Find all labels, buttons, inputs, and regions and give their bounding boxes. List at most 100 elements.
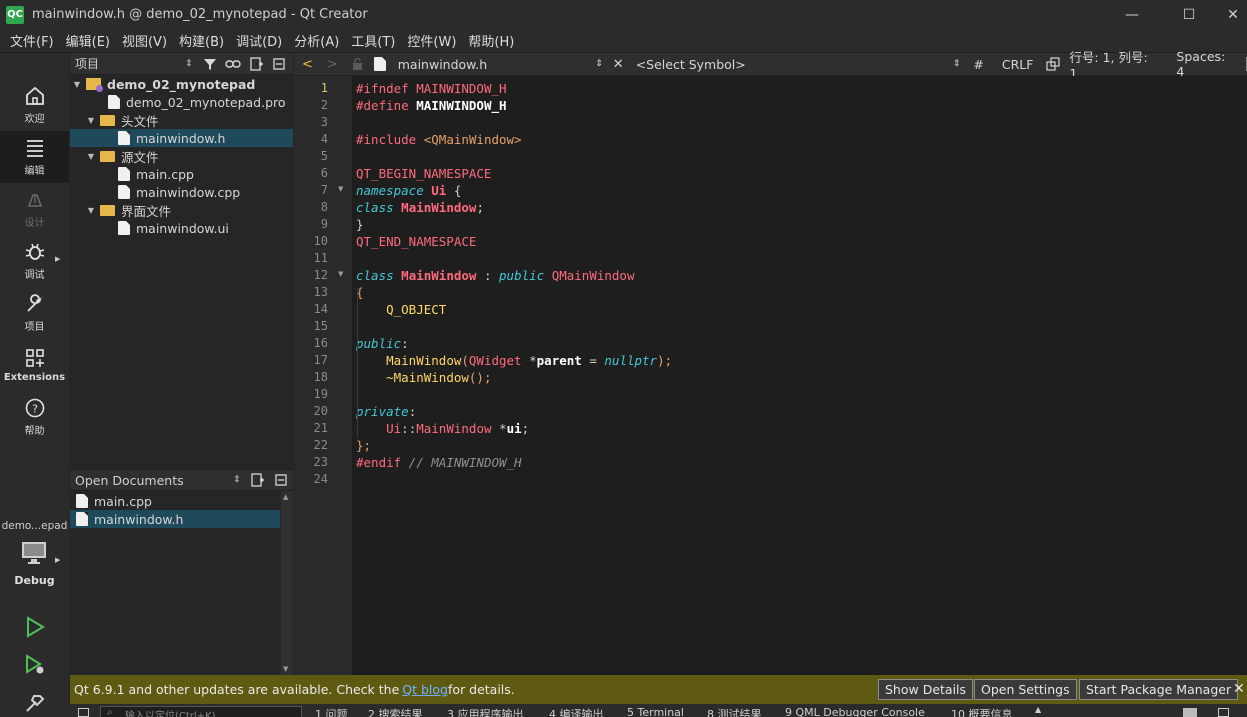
navigate-forward-icon[interactable]: >: [327, 57, 338, 72]
close-document-icon[interactable]: ✕: [613, 57, 624, 72]
menu-tools[interactable]: 工具(T): [345, 31, 401, 50]
line-number: 13: [313, 285, 328, 299]
link-with-editor-icon[interactable]: [224, 57, 241, 71]
tree-item-mainwindow-cpp[interactable]: mainwindow.cpp: [70, 183, 293, 201]
tree-item-label: mainwindow.h: [136, 130, 226, 146]
line-ending-selector[interactable]: CRLF: [1002, 57, 1034, 72]
current-file-selector[interactable]: mainwindow.h: [398, 57, 595, 72]
menu-file[interactable]: 文件(F): [4, 31, 60, 50]
hash-indicator[interactable]: #: [973, 57, 983, 72]
mode-projects[interactable]: 项目: [0, 287, 69, 339]
fold-marker-icon[interactable]: ▼: [338, 185, 343, 193]
line-number: 5: [320, 149, 328, 163]
start-package-manager-button[interactable]: Start Package Manager: [1079, 679, 1239, 700]
menu-build[interactable]: 构建(B): [173, 31, 230, 50]
symbol-selector[interactable]: <Select Symbol>: [636, 57, 953, 72]
tree-item-pro-file[interactable]: demo_02_mynotepad.pro: [70, 93, 293, 111]
target-selector[interactable]: ▶ Debug: [0, 537, 69, 587]
tree-item-headers-folder[interactable]: ▼ 头文件: [70, 111, 293, 129]
close-notification-button[interactable]: ✕: [1233, 681, 1245, 697]
expand-arrow-icon[interactable]: ▼: [86, 206, 96, 215]
pane-application-output[interactable]: 3 应用程序输出: [447, 706, 524, 717]
macro: QT_BEGIN_NAMESPACE: [356, 166, 492, 181]
locator-input[interactable]: ⌕ 输入以定位(Ctrl+K): [100, 706, 302, 717]
pen-icon: [27, 194, 42, 207]
expand-arrow-icon[interactable]: ▼: [86, 116, 96, 125]
symbol-selector-arrows-icon[interactable]: ⇕: [953, 59, 961, 69]
expand-arrow-icon[interactable]: ▼: [72, 80, 82, 89]
run-button[interactable]: [24, 616, 46, 638]
show-details-button[interactable]: Show Details: [878, 679, 974, 700]
split-panel-icon[interactable]: [250, 473, 265, 487]
tree-item-mainwindow-h[interactable]: mainwindow.h: [70, 129, 293, 147]
split-panel-icon[interactable]: [249, 56, 264, 71]
macro-name: MAINWINDOW_H: [408, 81, 507, 96]
panel-selector-arrows-icon[interactable]: ⇕: [233, 475, 241, 485]
pane-search-results[interactable]: 2 搜索结果: [368, 706, 423, 717]
pane-terminal[interactable]: 5 Terminal: [627, 706, 684, 717]
close-panel-icon[interactable]: [272, 57, 285, 70]
pane-compile-output[interactable]: 4 编译输出: [549, 706, 604, 717]
mode-extensions[interactable]: Extensions: [0, 339, 69, 391]
tree-item-sources-folder[interactable]: ▼ 源文件: [70, 147, 293, 165]
tree-item-label: mainwindow.cpp: [136, 184, 241, 200]
tree-item-project[interactable]: ▼ demo_02_mynotepad: [70, 75, 293, 93]
debug-run-button[interactable]: [24, 654, 46, 676]
minimize-button[interactable]: —: [1109, 0, 1155, 29]
mode-welcome[interactable]: 欢迎: [0, 79, 69, 131]
progress-details-icon[interactable]: [1183, 708, 1197, 717]
more-panes-icon[interactable]: ▲: [1035, 705, 1041, 714]
mode-help[interactable]: ? 帮助: [0, 391, 69, 443]
close-window-button[interactable]: ✕: [1210, 0, 1247, 29]
pane-test-results[interactable]: 8 测试结果: [707, 706, 762, 717]
punctuation: ~: [356, 370, 394, 385]
mode-edit[interactable]: 编辑: [0, 131, 69, 183]
pro-file-icon: [108, 95, 120, 109]
code-editor[interactable]: #ifndef MAINWINDOW_H #define MAINWINDOW_…: [352, 76, 1247, 675]
code-line-12: class MainWindow : public QMainWindow: [356, 267, 635, 284]
tree-item-forms-folder[interactable]: ▼ 界面文件: [70, 201, 293, 219]
punctuation: :: [408, 404, 417, 419]
code-line-20: private:: [356, 403, 416, 420]
open-doc-mainwindow-h[interactable]: mainwindow.h: [70, 510, 280, 528]
open-doc-main-cpp[interactable]: main.cpp: [70, 492, 280, 510]
code-line-8: class MainWindow;: [356, 199, 484, 216]
filter-icon[interactable]: [203, 57, 217, 71]
tree-item-mainwindow-ui[interactable]: mainwindow.ui: [70, 219, 293, 237]
tree-item-main-cpp[interactable]: main.cpp: [70, 165, 293, 183]
pane-general-messages[interactable]: 10 概要信息: [951, 706, 1013, 717]
scroll-down-icon[interactable]: ▼: [283, 665, 288, 673]
fold-marker-icon[interactable]: ▼: [338, 270, 343, 278]
menu-widgets[interactable]: 控件(W): [401, 31, 462, 50]
mode-edit-label: 编辑: [24, 166, 45, 177]
menu-edit[interactable]: 编辑(E): [60, 31, 116, 50]
qt-blog-link[interactable]: Qt blog: [402, 682, 448, 697]
menu-analyze[interactable]: 分析(A): [288, 31, 345, 50]
scroll-up-icon[interactable]: ▲: [283, 493, 288, 501]
build-hammer-button[interactable]: [24, 692, 46, 714]
indent-setting[interactable]: Spaces: 4: [1176, 49, 1237, 79]
code-line-16: public:: [356, 335, 409, 352]
open-documents-scrollbar[interactable]: ▲ ▼: [281, 491, 293, 675]
maximize-button[interactable]: ☐: [1166, 0, 1212, 29]
code-line-17: MainWindow(QWidget *parent = nullptr);: [356, 352, 672, 369]
encoding-icon[interactable]: [1046, 57, 1061, 71]
pane-issues[interactable]: 1 问题: [315, 706, 348, 717]
expand-arrow-icon[interactable]: ▼: [86, 152, 96, 161]
close-panel-icon[interactable]: [274, 474, 287, 486]
open-settings-button[interactable]: Open Settings: [974, 679, 1077, 700]
home-icon: [25, 86, 44, 105]
ui-file-icon: [118, 221, 130, 235]
navigate-back-icon[interactable]: <: [302, 57, 313, 72]
file-selector-arrows-icon[interactable]: ⇕: [595, 59, 603, 69]
projects-panel-header: 项目 ⇕: [70, 53, 293, 75]
toggle-sidebar-icon[interactable]: [78, 708, 89, 717]
menu-help[interactable]: 帮助(H): [462, 31, 520, 50]
mode-design[interactable]: 设计: [0, 183, 69, 235]
panel-selector-arrows-icon[interactable]: ⇕: [185, 59, 193, 69]
toggle-right-sidebar-icon[interactable]: [1218, 708, 1229, 717]
menu-debug[interactable]: 调试(D): [230, 31, 288, 50]
menu-view[interactable]: 视图(V): [116, 31, 173, 50]
pane-qml-debugger-console[interactable]: 9 QML Debugger Console: [785, 706, 925, 717]
